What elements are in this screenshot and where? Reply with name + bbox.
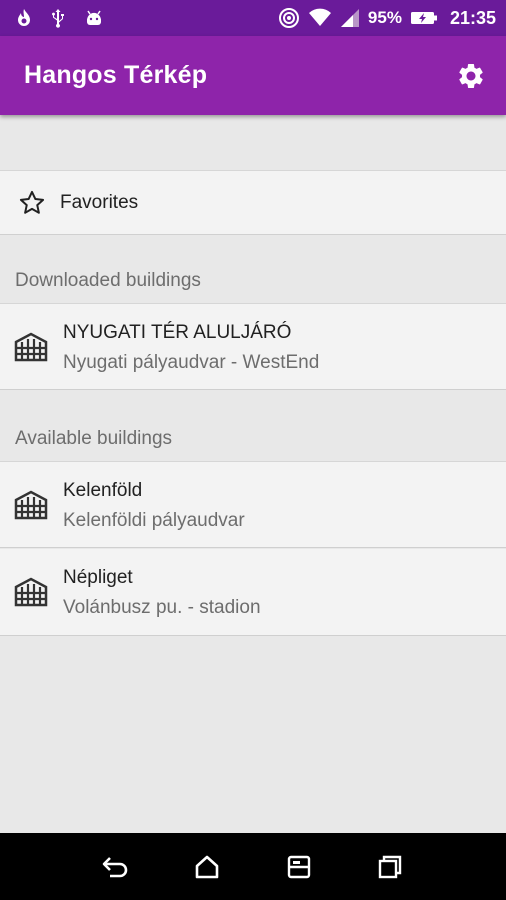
battery-percent: 95%: [367, 8, 402, 27]
building-item-nyugati[interactable]: NYUGATI TÉR ALULJÁRÓ Nyugati pályaudvar …: [0, 303, 506, 390]
hotspot-icon: [278, 7, 300, 29]
status-bar: 95% 21:35: [0, 0, 506, 36]
usb-icon: [50, 8, 66, 28]
building-title: Népliget: [63, 567, 133, 588]
building-title: Kelenföld: [63, 480, 143, 501]
section-header-available: Available buildings: [15, 428, 173, 449]
battery-charging-icon: [410, 10, 438, 26]
clock: 21:35: [449, 7, 496, 28]
favorites-label: Favorites: [60, 191, 139, 213]
building-icon: [14, 490, 48, 520]
building-item-nepliget[interactable]: Népliget Volánbusz pu. - stadion: [0, 549, 506, 636]
flame-icon: [16, 8, 32, 28]
building-subtitle: Volánbusz pu. - stadion: [63, 597, 261, 618]
back-button[interactable]: [101, 852, 131, 882]
multiwindow-icon: [287, 855, 310, 878]
building-subtitle: Nyugati pályaudvar - WestEnd: [63, 352, 320, 373]
section-header-downloaded: Downloaded buildings: [15, 270, 201, 291]
settings-button[interactable]: [454, 59, 488, 93]
home-icon: [195, 855, 219, 878]
status-icons-left: [16, 8, 104, 28]
android-icon: [84, 9, 104, 27]
building-icon: [14, 332, 48, 362]
star-outline-icon: [19, 190, 45, 214]
multiwindow-button[interactable]: [284, 852, 314, 882]
recents-button[interactable]: [375, 852, 405, 882]
building-title: NYUGATI TÉR ALULJÁRÓ: [63, 322, 292, 343]
status-icons-right: 95% 21:35: [278, 7, 496, 29]
building-item-kelenfold[interactable]: Kelenföld Kelenföldi pályaudvar: [0, 461, 506, 548]
building-icon: [14, 577, 48, 607]
content-area: Favorites Downloaded buildings NYUGATI T…: [0, 115, 506, 833]
home-button[interactable]: [192, 852, 222, 882]
recents-icon: [379, 855, 402, 878]
favorites-row[interactable]: Favorites: [0, 170, 506, 235]
wifi-icon: [308, 8, 332, 28]
app-title: Hangos Térkép: [24, 61, 208, 89]
gear-icon: [459, 63, 483, 88]
navigation-bar: [0, 833, 506, 900]
signal-icon: [340, 8, 360, 28]
building-subtitle: Kelenföldi pályaudvar: [63, 510, 245, 531]
back-icon: [102, 856, 128, 877]
app-bar: Hangos Térkép: [0, 36, 506, 115]
